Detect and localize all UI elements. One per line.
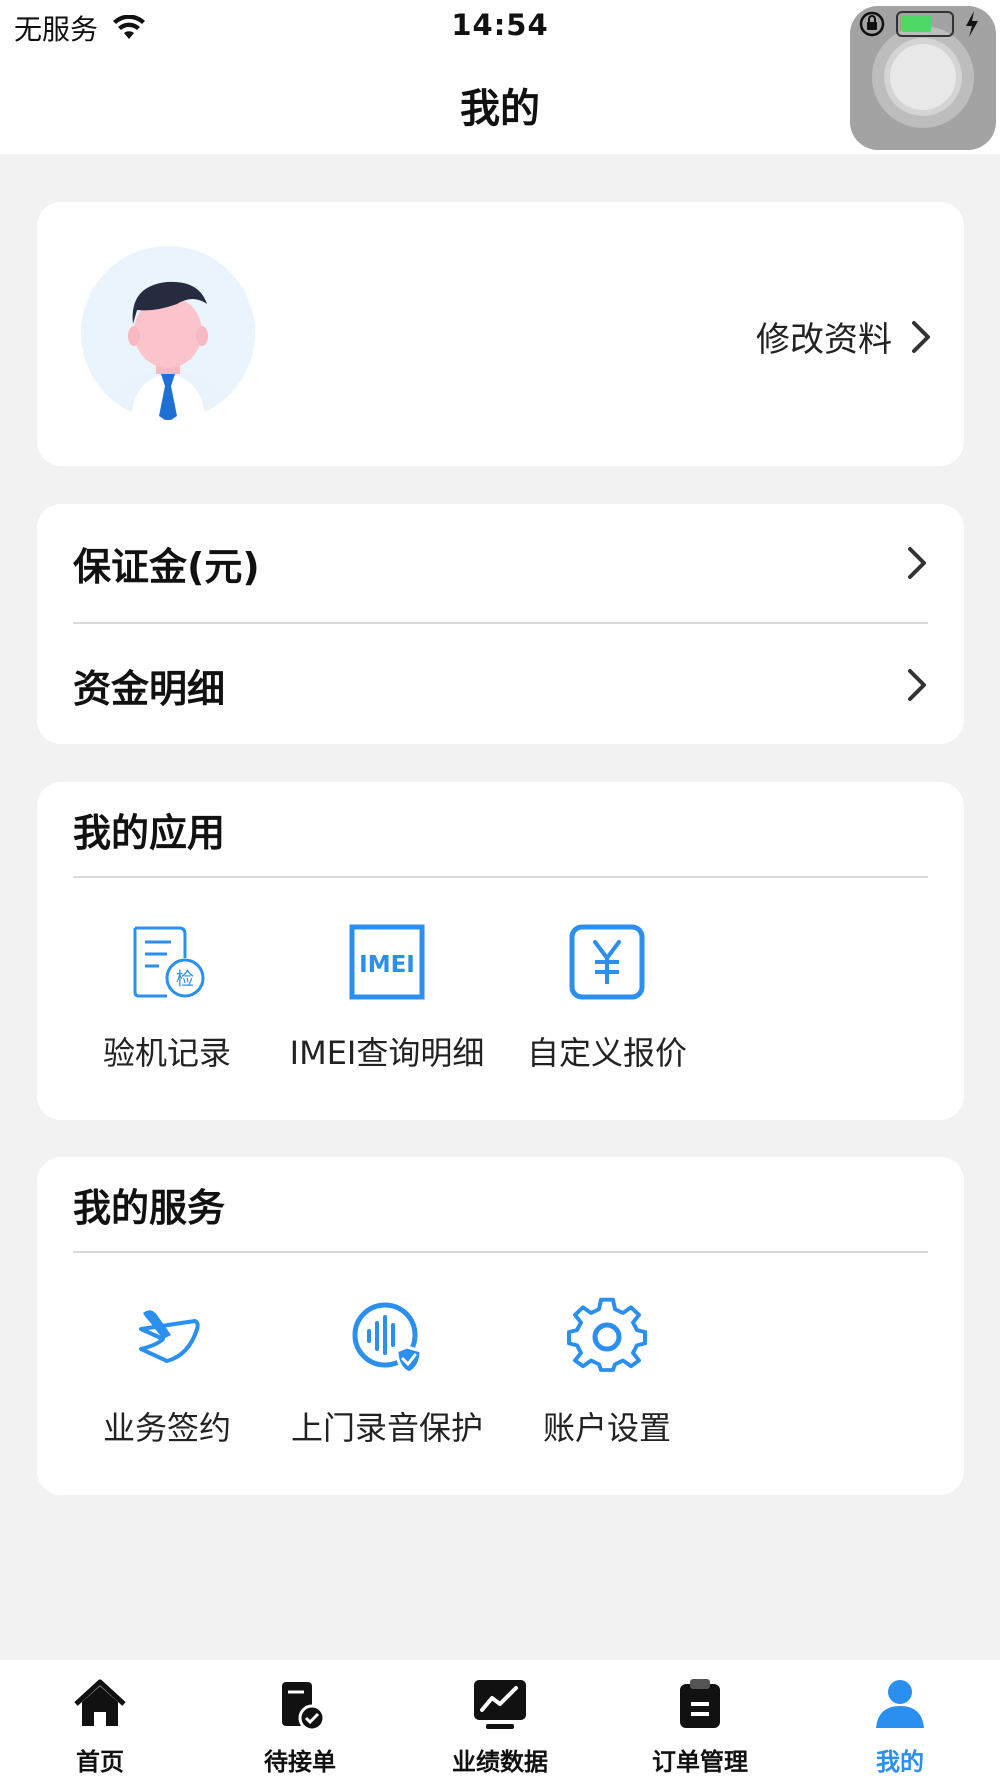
apps-grid: 检 验机记录 IMEI IMEI查询明细 自定义报价 <box>57 922 717 1074</box>
chart-icon <box>474 1680 526 1729</box>
section-title: 我的应用 <box>73 782 928 878</box>
clipboard-icon <box>680 1679 720 1728</box>
tab-label: 我的 <box>876 1748 924 1776</box>
app-custom-quote[interactable]: 自定义报价 <box>497 922 717 1074</box>
service-audio-protection[interactable]: 上门录音保护 <box>277 1297 497 1449</box>
tab-performance[interactable]: 业绩数据 <box>400 1660 600 1778</box>
service-label: 业务签约 <box>102 1409 231 1447</box>
tab-mine[interactable]: 我的 <box>800 1660 1000 1778</box>
service-label: 账户设置 <box>542 1409 671 1447</box>
svg-text:检: 检 <box>176 969 194 990</box>
audio-protect-icon <box>352 1302 423 1375</box>
app-label: 自定义报价 <box>526 1034 687 1072</box>
fund-details-label: 资金明细 <box>73 666 226 711</box>
deposit-label: 保证金(元) <box>73 544 260 589</box>
tab-label: 首页 <box>76 1748 124 1776</box>
finance-card: 保证金(元) 资金明细 <box>37 504 964 744</box>
imei-icon: IMEI <box>349 924 425 1000</box>
app-label: IMEI查询明细 <box>289 1034 485 1072</box>
bottom-tab-bar: 首页 待接单 业绩数据 订单管理 我的 <box>0 1660 1000 1778</box>
my-services-card: 我的服务 业务签约 上门录音保护 账户设置 <box>37 1157 964 1495</box>
section-title: 我的服务 <box>73 1157 928 1253</box>
charging-bolt-icon <box>966 11 978 37</box>
svg-text:IMEI: IMEI <box>359 952 415 978</box>
chevron-right-icon <box>908 547 926 579</box>
home-icon <box>74 1679 126 1726</box>
rotation-lock-icon <box>859 11 885 37</box>
tab-pending-orders[interactable]: 待接单 <box>200 1660 400 1778</box>
service-account-settings[interactable]: 账户设置 <box>497 1297 717 1449</box>
app-inspection-record[interactable]: 检 验机记录 <box>57 922 277 1074</box>
edit-profile-label: 修改资料 <box>756 320 892 360</box>
tab-label: 待接单 <box>264 1748 336 1776</box>
chevron-right-icon <box>908 669 926 701</box>
person-icon <box>876 1680 924 1728</box>
status-right <box>858 10 980 38</box>
tab-order-management[interactable]: 订单管理 <box>600 1660 800 1778</box>
yuan-price-icon <box>569 924 645 1000</box>
tab-home[interactable]: 首页 <box>0 1660 200 1778</box>
pending-order-icon <box>282 1682 326 1732</box>
avatar[interactable] <box>81 246 255 420</box>
app-label: 验机记录 <box>102 1034 231 1072</box>
fund-details-row[interactable]: 资金明细 <box>73 626 928 744</box>
my-apps-card: 我的应用 检 验机记录 IMEI IMEI查询明细 自定义报价 <box>37 782 964 1120</box>
tab-label: 订单管理 <box>652 1748 748 1776</box>
profile-card: 修改资料 <box>37 202 964 466</box>
gear-icon <box>567 1297 647 1372</box>
deposit-row[interactable]: 保证金(元) <box>73 504 928 624</box>
services-grid: 业务签约 上门录音保护 账户设置 <box>57 1297 717 1449</box>
chevron-right-icon <box>912 320 930 353</box>
app-imei-query[interactable]: IMEI IMEI查询明细 <box>277 922 497 1074</box>
tab-label: 业绩数据 <box>452 1748 548 1776</box>
signing-pen-icon <box>139 1310 200 1363</box>
inspection-record-icon: 检 <box>133 926 205 998</box>
service-business-signing[interactable]: 业务签约 <box>57 1297 277 1449</box>
edit-profile-link[interactable]: 修改资料 <box>756 312 932 361</box>
user-avatar-icon <box>81 246 255 420</box>
top-bar: 无服务 14:54 我的 <box>0 0 1000 154</box>
service-label: 上门录音保护 <box>290 1409 483 1447</box>
battery-icon <box>896 11 954 37</box>
